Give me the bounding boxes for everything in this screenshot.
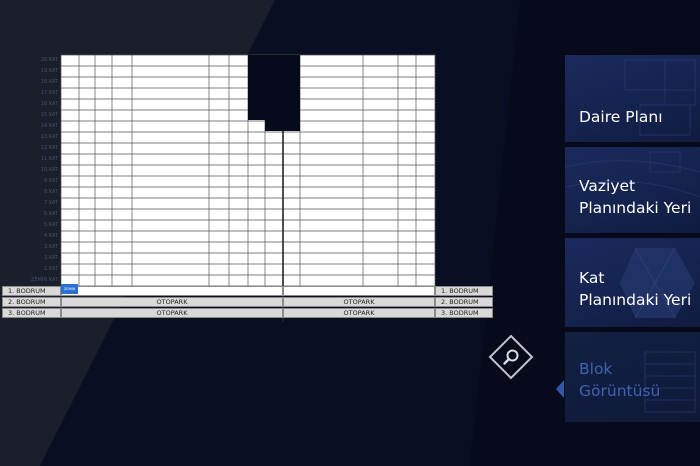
floor-label: 10.KAT (40, 167, 58, 173)
menu-blok-goruntusu[interactable]: Blok Görüntüsü (565, 332, 700, 422)
menu-label: Kat Planındaki Yeri (579, 269, 692, 309)
menu-label: Daire Planı (579, 108, 663, 126)
basement-cell[interactable]: OTOPARK (283, 308, 435, 318)
floor-label: ZEMIN KAT (31, 277, 58, 283)
menu-label: Blok Görüntüsü (579, 360, 661, 400)
basement-cell: 3. BODRUM (2, 308, 61, 318)
basement-cell[interactable]: OTOPARK (283, 297, 435, 307)
floor-label: 3.KAT (43, 244, 58, 250)
menu-kat-plani[interactable]: Kat Planındaki Yeri (565, 238, 700, 327)
basement-cell: 2. BODRUM (2, 297, 61, 307)
floor-label: 6.KAT (43, 211, 58, 217)
basement-cell: 1. BODRUM (435, 286, 493, 296)
plan-pattern-decoration (624, 59, 696, 136)
floor-label: 16.KAT (40, 101, 58, 107)
basement-cell[interactable] (283, 286, 435, 296)
floor-label: 15.KAT (40, 112, 58, 118)
floor-label: 14.KAT (40, 123, 58, 129)
floor-label: 7.KAT (43, 200, 58, 206)
basement-cell: 3. BODRUM (435, 308, 493, 318)
floor-label: 4.KAT (43, 233, 58, 239)
selected-unit-marker[interactable]: ZEMIN (61, 284, 78, 294)
basement-cell: 1. BODRUM (2, 286, 61, 296)
floor-label: 2.KAT (43, 255, 58, 261)
active-menu-arrow-icon (556, 380, 564, 398)
floor-label: 1.KAT (43, 266, 58, 272)
basement-cell[interactable]: OTOPARK (61, 297, 283, 307)
floor-label: 20.KAT (40, 57, 58, 63)
floor-label: 8.KAT (43, 189, 58, 195)
floor-label: 18.KAT (40, 79, 58, 85)
menu-daire-plani[interactable]: Daire Planı (565, 55, 700, 142)
floor-label: 11.KAT (40, 156, 58, 162)
floor-label: 13.KAT (40, 134, 58, 140)
basement-cell: 2. BODRUM (435, 297, 493, 307)
basement-cell[interactable]: OTOPARK (61, 308, 283, 318)
basement-cell[interactable] (61, 286, 283, 296)
menu-vaziyet-plani[interactable]: Vaziyet Planındaki Yeri (565, 147, 700, 233)
floor-label: 17.KAT (40, 90, 58, 96)
menu-label: Vaziyet Planındaki Yeri (579, 177, 692, 217)
floor-label: 19.KAT (40, 68, 58, 74)
floor-label: 12.KAT (40, 145, 58, 151)
floor-label: 5.KAT (43, 222, 58, 228)
floor-label: 9.KAT (43, 178, 58, 184)
magnifier-icon[interactable] (488, 334, 534, 380)
